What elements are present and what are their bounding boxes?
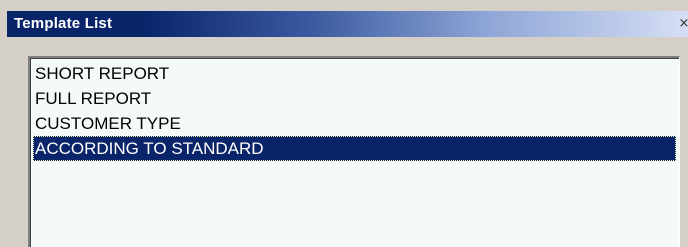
list-item-according-to-standard[interactable]: ACCORDING TO STANDARD [33, 136, 676, 161]
close-icon[interactable]: × [677, 16, 688, 32]
list-item-short-report[interactable]: SHORT REPORT [33, 61, 676, 86]
template-list-window: Template List × SHORT REPORT FULL REPORT… [0, 0, 688, 247]
list-item-full-report[interactable]: FULL REPORT [33, 86, 676, 111]
template-list-items: SHORT REPORT FULL REPORT CUSTOMER TYPE A… [33, 61, 676, 161]
window-left-frame [1, 37, 11, 247]
title-bar[interactable]: Template List × [7, 11, 688, 37]
window-title: Template List [14, 15, 113, 32]
list-item-customer-type[interactable]: CUSTOMER TYPE [33, 111, 676, 136]
template-listbox[interactable]: SHORT REPORT FULL REPORT CUSTOMER TYPE A… [28, 56, 680, 247]
